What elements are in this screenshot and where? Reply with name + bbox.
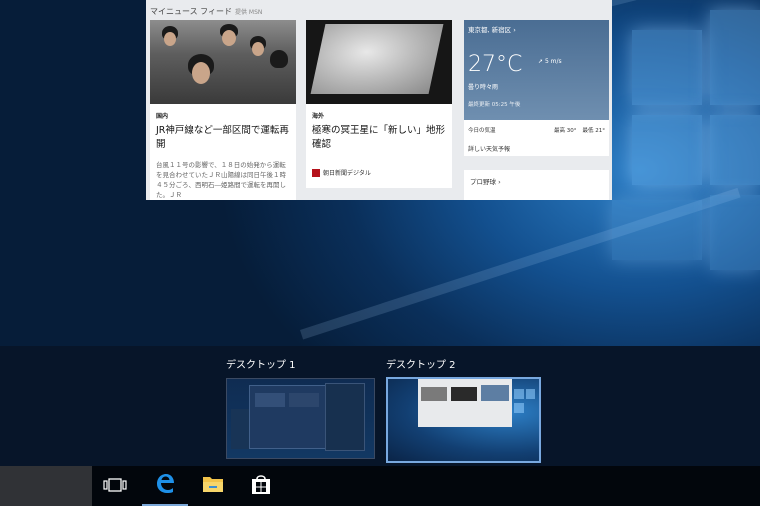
edge-taskbar-button[interactable]: [142, 466, 188, 506]
desktop1-label: デスクトップ 1: [226, 360, 296, 371]
news-app-window[interactable]: マイニュース フィード 提供 MSN 国内 JR神戸線など一部区間で運転再開 台風…: [146, 0, 612, 200]
baseball-card[interactable]: プロ野球 ›: [464, 170, 609, 200]
weather-updated: 最終更新 05:25 午後: [468, 102, 521, 108]
desktop2-thumbnail[interactable]: [386, 377, 541, 463]
article-category: 国内: [156, 113, 169, 120]
weather-location[interactable]: 東京都, 新宿区 ›: [468, 24, 516, 34]
weather-more-link[interactable]: 詳しい天気予報: [464, 134, 609, 153]
edge-icon: [154, 472, 176, 498]
task-view-button[interactable]: [92, 466, 138, 506]
news-card-pluto[interactable]: 海外 極寒の冥王星に「新しい」地形確認 朝日新聞デジタル: [306, 20, 452, 188]
news-card-jr[interactable]: 国内 JR神戸線など一部区間で運転再開 台風１１号の影響で、１８日の始発から運転…: [150, 20, 296, 200]
article-source: 朝日新聞デジタル: [312, 168, 452, 177]
article-headline[interactable]: JR神戸線など一部区間で運転再開: [156, 124, 290, 152]
task-view-strip: [0, 346, 760, 466]
asahi-logo-icon: [312, 168, 320, 177]
pluto-photo: [306, 20, 452, 104]
taskbar: [0, 466, 760, 506]
weather-today-row: 今日の気温 最高 30° 最低 21°: [468, 128, 605, 134]
article-body: 台風１１号の影響で、１８日の始発から運転を見合わせていたＪＲ山陽線は同日午後１時…: [156, 161, 286, 199]
desktop1-thumbnail[interactable]: [226, 378, 375, 459]
article-category: 海外: [312, 113, 325, 120]
weather-description: 曇り時々雨: [468, 84, 499, 91]
task-view-icon: [103, 477, 127, 496]
weather-card[interactable]: 東京都, 新宿区 › 27°C ➚ 5 m/s 曇り時々雨 最終更新 05:25…: [464, 20, 609, 156]
article-headline[interactable]: 極寒の冥王星に「新しい」地形確認: [312, 124, 446, 152]
desktop2-label: デスクトップ 2: [386, 360, 456, 371]
store-icon: [251, 473, 271, 499]
weather-wind: ➚ 5 m/s: [538, 58, 562, 65]
file-explorer-button[interactable]: [190, 466, 236, 506]
news-feed-header: マイニュース フィード 提供 MSN: [150, 7, 263, 16]
store-button[interactable]: [238, 466, 284, 506]
weather-temperature: 27°C: [468, 52, 523, 77]
search-box[interactable]: [0, 466, 92, 506]
file-explorer-icon: [202, 474, 224, 498]
crowd-photo: [150, 20, 296, 104]
